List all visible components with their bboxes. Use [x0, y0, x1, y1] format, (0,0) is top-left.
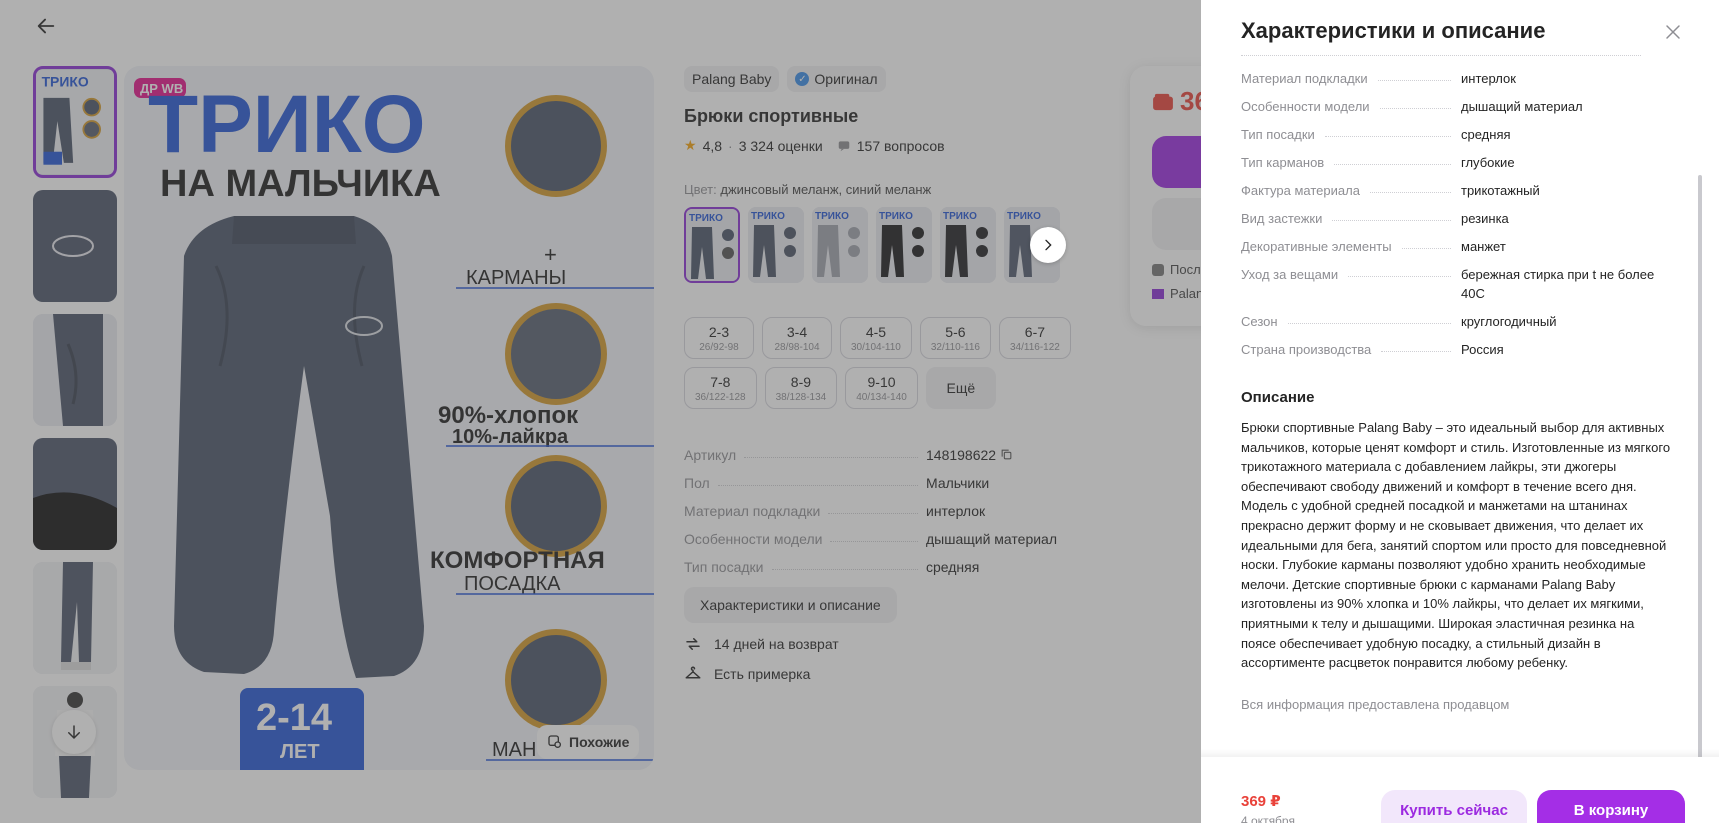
characteristic-row: Страна производства Россия: [1241, 337, 1671, 365]
characteristic-value: интерлок: [1461, 71, 1516, 86]
characteristic-key: Вид застежки: [1241, 211, 1323, 226]
characteristic-key: Декоративные элементы: [1241, 239, 1392, 254]
drawer-content[interactable]: Материал подкладки интерлок Особенности м…: [1241, 52, 1671, 757]
characteristic-value: дышащий материал: [1461, 99, 1583, 114]
swatches-next-button[interactable]: [1030, 227, 1066, 263]
characteristic-row: Декоративные элементы манжет: [1241, 234, 1671, 262]
footer-delivery-date: 4 октября: [1241, 814, 1295, 823]
chevron-right-icon: [1045, 239, 1052, 251]
characteristic-row: Вид застежки резинка: [1241, 206, 1671, 234]
drawer-footer: 369 ₽ 4 октября Купить сейчас В корзину: [1201, 749, 1719, 823]
characteristic-key: Материал подкладки: [1241, 71, 1368, 86]
characteristic-row: Фактура материала трикотажный: [1241, 178, 1671, 206]
characteristic-value: резинка: [1461, 211, 1509, 226]
characteristic-value: бережная стирка при t не более 40С: [1461, 267, 1655, 301]
close-icon: [1666, 25, 1680, 39]
characteristic-row: Особенности модели дышащий материал: [1241, 94, 1671, 122]
characteristics-drawer: Характеристики и описание Материал подкл…: [1201, 0, 1719, 823]
modal-overlay[interactable]: [0, 0, 1201, 823]
seller-info-note: Вся информация предоставлена продавцом: [1241, 696, 1510, 712]
characteristic-key: Фактура материала: [1241, 183, 1360, 198]
characteristic-row: Материал подкладки интерлок: [1241, 61, 1671, 94]
drawer-scrollbar[interactable]: [1698, 175, 1702, 765]
description-text: Брюки спортивные Palang Baby – это идеал…: [1241, 420, 1671, 671]
description-heading: Описание: [1241, 389, 1315, 406]
characteristic-value: манжет: [1461, 239, 1506, 254]
characteristic-value: Россия: [1461, 342, 1504, 357]
characteristic-value: трикотажный: [1461, 183, 1540, 198]
characteristic-value: средняя: [1461, 127, 1511, 142]
characteristic-key: Тип карманов: [1241, 155, 1325, 170]
characteristic-key: Страна производства: [1241, 342, 1372, 357]
footer-price: 369 ₽: [1241, 793, 1281, 810]
buy-now-button[interactable]: Купить сейчас: [1381, 790, 1527, 823]
characteristic-key: Уход за вещами: [1241, 267, 1339, 282]
characteristic-value: круглогодичный: [1461, 314, 1557, 329]
close-button[interactable]: [1661, 20, 1685, 44]
add-to-cart-button[interactable]: В корзину: [1537, 790, 1685, 823]
characteristic-key: Сезон: [1241, 314, 1278, 329]
characteristic-row: Тип карманов глубокие: [1241, 150, 1671, 178]
characteristic-row: Тип посадки средняя: [1241, 122, 1671, 150]
drawer-title: Характеристики и описание: [1241, 18, 1546, 43]
characteristic-key: Особенности модели: [1241, 99, 1370, 114]
characteristic-value: глубокие: [1461, 155, 1515, 170]
characteristic-row: Сезон круглогодичный: [1241, 309, 1671, 337]
characteristic-row: Уход за вещами бережная стирка при t не б…: [1241, 262, 1671, 309]
characteristic-key: Тип посадки: [1241, 127, 1315, 142]
